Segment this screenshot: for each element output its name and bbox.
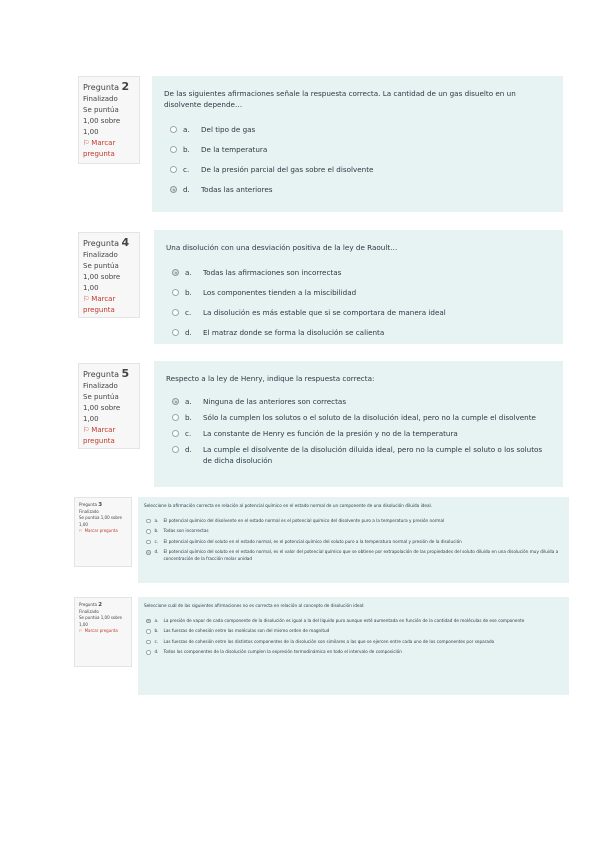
radio-button-selected[interactable] (172, 269, 179, 276)
answer-option[interactable]: d. Todas las anteriores (164, 184, 551, 195)
answer-option[interactable]: a. Del tipo de gas (164, 124, 551, 135)
question-info: Pregunta 5 Finalizado Se puntúa 1,00 sob… (78, 363, 140, 449)
question-content: De las siguientes afirmaciones señale la… (152, 76, 563, 212)
question-text: Respecto a la ley de Henry, indique la r… (166, 374, 375, 383)
answer-option[interactable]: d. Todos los componentes de la disolución… (144, 649, 563, 656)
answer-option[interactable]: d. La cumple el disolvente de la disoluci… (166, 444, 551, 466)
question-grade: Se puntúa 1,00 sobre 1,00 (79, 515, 122, 527)
answer-option[interactable]: c. Las fuerzas de cohesión entre los dist… (144, 639, 563, 646)
radio-button[interactable] (146, 639, 151, 644)
radio-button[interactable] (146, 629, 151, 634)
answer-options: a. La presión de vapor de cada componente… (144, 618, 563, 656)
question-number: Pregunta 3 (79, 502, 103, 508)
question-status: Finalizado (83, 95, 118, 103)
answer-option[interactable]: c. De la presión parcial del gas sobre el… (164, 164, 551, 175)
question-number: Pregunta 4 (83, 236, 130, 249)
answer-option[interactable]: b. Las fuerzas de cohesión entre las molé… (144, 628, 563, 635)
question-content: Seleccione la afirmación correcta en rel… (138, 497, 569, 583)
question-number: Pregunta 5 (83, 367, 130, 380)
question-number: Pregunta 2 (83, 80, 130, 93)
flag-question-link[interactable]: Marcar pregunta (79, 528, 127, 535)
radio-button[interactable] (172, 329, 179, 336)
radio-button[interactable] (146, 529, 151, 534)
radio-button[interactable] (172, 289, 179, 296)
answer-options: a. Todas las afirmaciones son incorrectas… (166, 267, 551, 338)
flag-question-link[interactable]: Marcar pregunta (83, 425, 135, 447)
radio-button-selected[interactable] (172, 398, 179, 405)
radio-button[interactable] (146, 650, 151, 655)
radio-button-selected[interactable] (146, 618, 151, 623)
answer-option[interactable]: a. La presión de vapor de cada componente… (144, 618, 563, 625)
question-status: Finalizado (83, 251, 118, 259)
answer-options: a. Del tipo de gas b. De la temperatura c.… (164, 124, 551, 195)
radio-button[interactable] (172, 446, 179, 453)
answer-option[interactable]: a. Todas las afirmaciones son incorrectas (166, 267, 551, 278)
question-info: Pregunta 4 Finalizado Se puntúa 1,00 sob… (78, 232, 140, 318)
question-grade: Se puntúa 1,00 sobre 1,00 (83, 262, 121, 292)
answer-option[interactable]: a. Ninguna de las anteriores son correcta… (166, 396, 551, 407)
question-info: Pregunta 3 Finalizado Se puntúa 1,00 sob… (74, 497, 132, 567)
question-info: Pregunta 2 Finalizado Se puntúa 1,00 sob… (74, 597, 132, 667)
question-number: Pregunta 2 (79, 602, 103, 608)
answer-option[interactable]: c. El potencial químico del soluto en el … (144, 539, 563, 546)
answer-options: a. Ninguna de las anteriores son correcta… (166, 396, 551, 466)
flag-question-link[interactable]: Marcar pregunta (83, 138, 135, 160)
answer-option[interactable]: a. El potencial químico del disolvente en… (144, 518, 563, 525)
question-content: Respecto a la ley de Henry, indique la r… (154, 361, 563, 487)
radio-button[interactable] (170, 126, 177, 133)
question-info: Pregunta 2 Finalizado Se puntúa 1,00 sob… (78, 76, 140, 164)
question-grade: Se puntúa 1,00 sobre 1,00 (83, 393, 121, 423)
radio-button[interactable] (172, 430, 179, 437)
question-text: Una disolución con una desviación positi… (166, 243, 398, 252)
answer-option[interactable]: d. El potencial químico del soluto en el … (144, 549, 563, 562)
radio-button[interactable] (170, 146, 177, 153)
answer-option[interactable]: b. De la temperatura (164, 144, 551, 155)
radio-button[interactable] (172, 309, 179, 316)
question-text: Seleccione cuál de las siguientes afirma… (144, 603, 365, 608)
radio-button[interactable] (146, 518, 151, 523)
answer-option[interactable]: b. Los componentes tienden a la miscibili… (166, 287, 551, 298)
answer-option[interactable]: b. Todas son incorrectas (144, 528, 563, 535)
flag-question-link[interactable]: Marcar pregunta (83, 294, 135, 316)
flag-question-link[interactable]: Marcar pregunta (79, 628, 127, 635)
question-content: Seleccione cuál de las siguientes afirma… (138, 597, 569, 695)
radio-button-selected[interactable] (146, 550, 151, 555)
answer-options: a. El potencial químico del disolvente en… (144, 518, 563, 563)
answer-option[interactable]: c. La disolución es más estable que si se… (166, 307, 551, 318)
question-grade: Se puntúa 1,00 sobre 1,00 (79, 615, 122, 627)
radio-button[interactable] (172, 414, 179, 421)
question-text: De las siguientes afirmaciones señale la… (164, 89, 516, 109)
question-status: Finalizado (83, 382, 118, 390)
question-grade: Se puntúa 1,00 sobre 1,00 (83, 106, 121, 136)
radio-button[interactable] (170, 166, 177, 173)
question-content: Una disolución con una desviación positi… (154, 230, 563, 344)
answer-option[interactable]: c. La constante de Henry es función de la… (166, 428, 551, 439)
answer-option[interactable]: d. El matraz donde se forma la disolución… (166, 327, 551, 338)
answer-option[interactable]: b. Sólo la cumplen los solutos o el solut… (166, 412, 551, 423)
radio-button[interactable] (146, 539, 151, 544)
question-text: Seleccione la afirmación correcta en rel… (144, 503, 433, 508)
radio-button-selected[interactable] (170, 186, 177, 193)
